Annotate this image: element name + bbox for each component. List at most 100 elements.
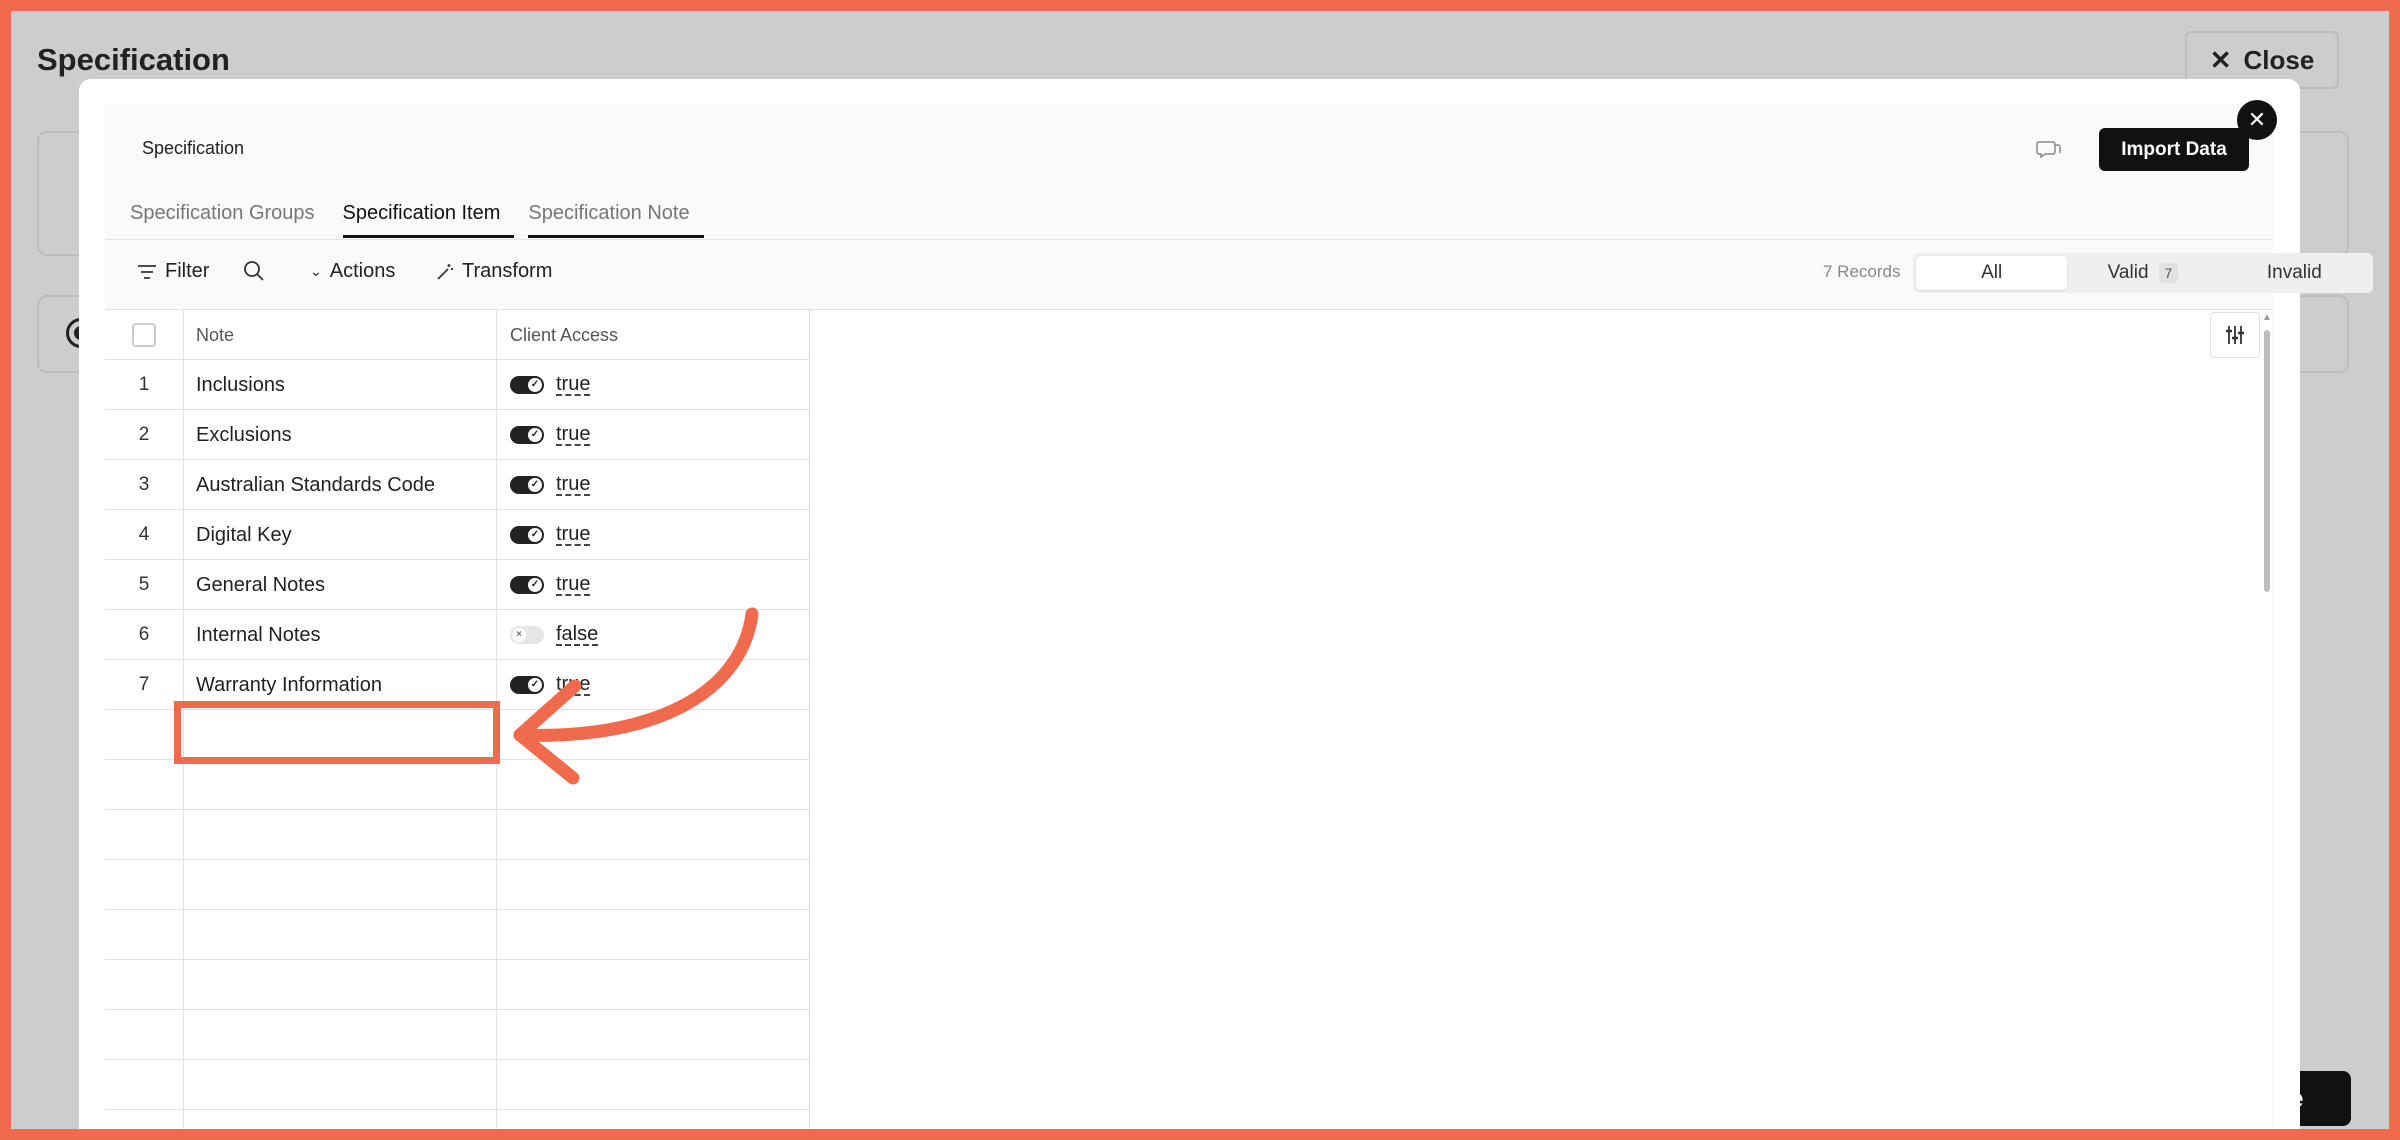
chevron-down-icon: ⌄ xyxy=(310,263,322,279)
tab-bar: Specification Groups Specification Item … xyxy=(130,194,718,238)
actions-menu[interactable]: ⌄ Actions xyxy=(310,260,395,283)
access-value: true xyxy=(556,523,591,546)
access-toggle[interactable] xyxy=(510,426,544,444)
toolbar: Filter ⌄ Actions Transform 7 Records All… xyxy=(105,240,2373,310)
filter-valid[interactable]: Valid 7 xyxy=(2067,256,2218,290)
client-access-cell[interactable]: true xyxy=(497,560,810,610)
table-row xyxy=(105,860,810,910)
table-row xyxy=(105,1010,810,1060)
client-access-cell[interactable]: true xyxy=(497,460,810,510)
access-toggle[interactable] xyxy=(510,626,544,644)
note-cell[interactable]: Australian Standards Code xyxy=(184,460,497,510)
modal-close-button[interactable]: ✕ xyxy=(2237,100,2277,140)
close-label: Close xyxy=(2243,44,2315,75)
table-row: 5General Notes true xyxy=(105,560,810,610)
select-all-checkbox[interactable] xyxy=(132,323,156,347)
filter-label: Filter xyxy=(165,260,210,282)
note-cell[interactable] xyxy=(184,960,497,1010)
client-access-cell[interactable]: true xyxy=(497,660,810,710)
client-access-cell[interactable] xyxy=(497,760,810,810)
note-cell[interactable]: Inclusions xyxy=(184,360,497,410)
client-access-cell[interactable]: true xyxy=(497,510,810,560)
row-number: 5 xyxy=(105,560,184,610)
note-cell[interactable]: General Notes xyxy=(184,560,497,610)
row-number xyxy=(105,1110,184,1140)
transform-label: Transform xyxy=(462,260,553,282)
access-toggle[interactable] xyxy=(510,676,544,694)
scroll-up-arrow[interactable]: ▲ xyxy=(2262,312,2272,323)
client-access-cell[interactable]: true xyxy=(497,410,810,460)
client-access-cell[interactable] xyxy=(497,910,810,960)
table-row: 2Exclusions true xyxy=(105,410,810,460)
annotation-highlight-box xyxy=(174,701,500,764)
column-header-note[interactable]: Note xyxy=(184,310,497,360)
access-toggle[interactable] xyxy=(510,526,544,544)
close-icon: ✕ xyxy=(2209,44,2232,75)
row-number: 1 xyxy=(105,360,184,410)
table-row xyxy=(105,960,810,1010)
table-row xyxy=(105,760,810,810)
note-cell[interactable] xyxy=(184,1010,497,1060)
note-cell[interactable] xyxy=(184,760,497,810)
filter-button[interactable]: Filter xyxy=(137,260,209,283)
access-value: true xyxy=(556,473,591,496)
table-row: 6Internal Notes false xyxy=(105,610,810,660)
tab-specification-groups[interactable]: Specification Groups xyxy=(130,194,329,238)
note-cell[interactable]: Exclusions xyxy=(184,410,497,460)
actions-label: Actions xyxy=(329,260,396,282)
access-toggle[interactable] xyxy=(510,476,544,494)
tab-specification-note[interactable]: Specification Note xyxy=(528,194,704,238)
filter-all-label: All xyxy=(1981,262,2003,283)
access-toggle[interactable] xyxy=(510,576,544,594)
transform-button[interactable]: Transform xyxy=(436,260,552,283)
access-toggle[interactable] xyxy=(510,376,544,394)
row-number: 2 xyxy=(105,410,184,460)
column-settings-button[interactable] xyxy=(2210,312,2260,358)
client-access-cell[interactable] xyxy=(497,810,810,860)
row-number xyxy=(105,760,184,810)
filter-invalid-label: Invalid xyxy=(2266,262,2322,283)
feedback-icon[interactable] xyxy=(2036,137,2062,159)
settings-sliders-icon xyxy=(2226,326,2244,344)
import-data-button[interactable]: Import Data xyxy=(2099,128,2249,171)
filter-icon xyxy=(138,264,156,279)
tab-specification-item[interactable]: Specification Item xyxy=(342,194,515,238)
row-number xyxy=(105,1010,184,1060)
note-cell[interactable] xyxy=(184,860,497,910)
note-cell[interactable] xyxy=(184,1060,497,1110)
client-access-cell[interactable] xyxy=(497,860,810,910)
close-icon: ✕ xyxy=(2247,107,2267,132)
select-all-cell xyxy=(105,310,184,360)
row-number xyxy=(105,810,184,860)
note-cell[interactable] xyxy=(184,1110,497,1140)
scrollbar-thumb[interactable] xyxy=(2264,330,2270,592)
row-number: 4 xyxy=(105,510,184,560)
filter-invalid[interactable]: Invalid xyxy=(2219,256,2370,290)
client-access-cell[interactable] xyxy=(497,1060,810,1110)
note-cell[interactable] xyxy=(184,910,497,960)
table-row: 3Australian Standards Code true xyxy=(105,460,810,510)
status-filter: All Valid 7 Invalid xyxy=(1913,253,2373,293)
note-cell[interactable]: Internal Notes xyxy=(184,610,497,660)
client-access-cell[interactable]: true xyxy=(497,360,810,410)
column-header-client-access[interactable]: Client Access xyxy=(497,310,810,360)
note-cell[interactable]: Digital Key xyxy=(184,510,497,560)
valid-count-badge: 7 xyxy=(2158,263,2179,283)
filter-all[interactable]: All xyxy=(1916,256,2068,290)
row-number xyxy=(105,910,184,960)
row-number xyxy=(105,960,184,1010)
table-row: 4Digital Key true xyxy=(105,510,810,560)
access-value: true xyxy=(556,373,591,396)
access-value: true xyxy=(556,573,591,596)
client-access-cell[interactable] xyxy=(497,710,810,760)
row-number: 3 xyxy=(105,460,184,510)
client-access-cell[interactable] xyxy=(497,1010,810,1060)
note-cell[interactable] xyxy=(184,810,497,860)
client-access-cell[interactable] xyxy=(497,1110,810,1140)
client-access-cell[interactable] xyxy=(497,960,810,1010)
row-number: 6 xyxy=(105,610,184,660)
search-button[interactable] xyxy=(243,260,265,282)
table-row xyxy=(105,1060,810,1110)
row-number xyxy=(105,1060,184,1110)
client-access-cell[interactable]: false xyxy=(497,610,810,660)
